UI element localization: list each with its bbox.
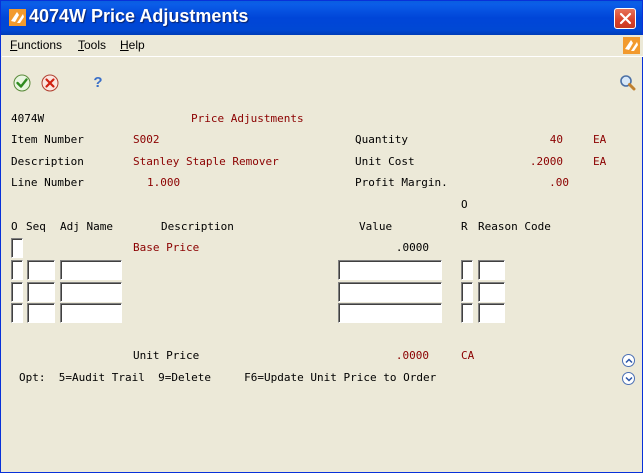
close-icon [619, 12, 632, 25]
description-label: Description [11, 155, 84, 168]
scroll-up-button[interactable] [622, 354, 635, 367]
header-adj-name: Adj Name [60, 220, 113, 233]
row-1-value-field[interactable] [338, 260, 442, 280]
unit-price-currency: CA [461, 349, 475, 362]
menu-functions-label: unctions [17, 38, 63, 52]
menu-logo-icon [623, 37, 640, 54]
row-3-reason-code-field[interactable] [478, 303, 505, 323]
base-price-description: Base Price [133, 241, 200, 254]
toolbar-separator [2, 56, 643, 57]
item-number-value: S002 [133, 133, 160, 146]
header-description: Description [161, 220, 234, 233]
menu-bar: Functions Tools Help [2, 35, 643, 56]
cancel-button[interactable] [40, 73, 60, 93]
unit-cost-label: Unit Cost [355, 155, 415, 168]
row-1-or-field[interactable] [461, 260, 473, 280]
options-line: Opt: 5=Audit Trail 9=Delete F6=Update Un… [19, 371, 437, 384]
row-2-option-field[interactable] [11, 282, 23, 302]
line-number-value: 1.000 [147, 176, 181, 189]
profit-margin-value: .00 [549, 176, 569, 189]
unit-price-value: .0000 [395, 349, 429, 362]
chevron-down-icon [625, 376, 633, 382]
menu-tools-label: ools [84, 38, 107, 52]
quantity-uom: EA [593, 133, 607, 146]
header-option: O [11, 220, 18, 233]
menu-functions[interactable]: Functions [10, 38, 62, 52]
row-2-seq-field[interactable] [27, 282, 55, 302]
base-price-value: .0000 [395, 241, 429, 254]
row-3-option-field[interactable] [11, 303, 23, 323]
row-1-option-field[interactable] [11, 260, 23, 280]
row-3-adj-name-field[interactable] [60, 303, 122, 323]
header-seq: Seq [26, 220, 46, 233]
quantity-value: 40 [549, 133, 563, 146]
cancel-icon [41, 74, 59, 92]
form-title: Price Adjustments [191, 112, 304, 125]
menu-help-mnemonic: H [120, 38, 129, 52]
line-number-label: Line Number [11, 176, 84, 189]
search-button[interactable] [618, 73, 638, 93]
base-row-option-field[interactable] [11, 238, 23, 258]
question-mark-icon: ? [93, 74, 103, 91]
row-1-adj-name-field[interactable] [60, 260, 122, 280]
description-value: Stanley Staple Remover [133, 155, 279, 168]
help-button[interactable]: ? [88, 73, 108, 93]
row-1-reason-code-field[interactable] [478, 260, 505, 280]
unit-cost-uom: EA [593, 155, 607, 168]
scroll-down-button[interactable] [622, 372, 635, 385]
row-3-or-field[interactable] [461, 303, 473, 323]
checkmark-icon [13, 74, 31, 92]
menu-tools[interactable]: Tools [78, 38, 106, 52]
title-bar[interactable]: 4074W Price Adjustments [1, 1, 642, 35]
row-2-or-field[interactable] [461, 282, 473, 302]
row-1-seq-field[interactable] [27, 260, 55, 280]
header-value: Value [359, 220, 393, 233]
app-logo-icon [9, 9, 26, 26]
chevron-up-icon [625, 358, 633, 364]
row-3-seq-field[interactable] [27, 303, 55, 323]
unit-price-label: Unit Price [133, 349, 200, 362]
quantity-label: Quantity [355, 133, 408, 146]
menu-help-label: elp [128, 38, 145, 52]
magnifier-icon [620, 75, 636, 91]
unit-cost-value: .2000 [529, 155, 563, 168]
row-2-reason-code-field[interactable] [478, 282, 505, 302]
row-2-value-field[interactable] [338, 282, 442, 302]
row-3-value-field[interactable] [338, 303, 442, 323]
profit-margin-label: Profit Margin. [355, 176, 448, 189]
application-window: 4074W Price Adjustments Functions Tools … [0, 0, 643, 473]
header-or-top: O [461, 198, 468, 211]
header-or-bottom: R [461, 220, 468, 233]
header-reason-code: Reason Code [478, 220, 551, 233]
menu-help[interactable]: Help [120, 38, 145, 52]
program-id: 4074W [11, 112, 45, 125]
row-2-adj-name-field[interactable] [60, 282, 122, 302]
item-number-label: Item Number [11, 133, 84, 146]
ok-button[interactable] [12, 73, 32, 93]
close-button[interactable] [614, 8, 636, 29]
window-title: 4074W Price Adjustments [29, 6, 249, 26]
